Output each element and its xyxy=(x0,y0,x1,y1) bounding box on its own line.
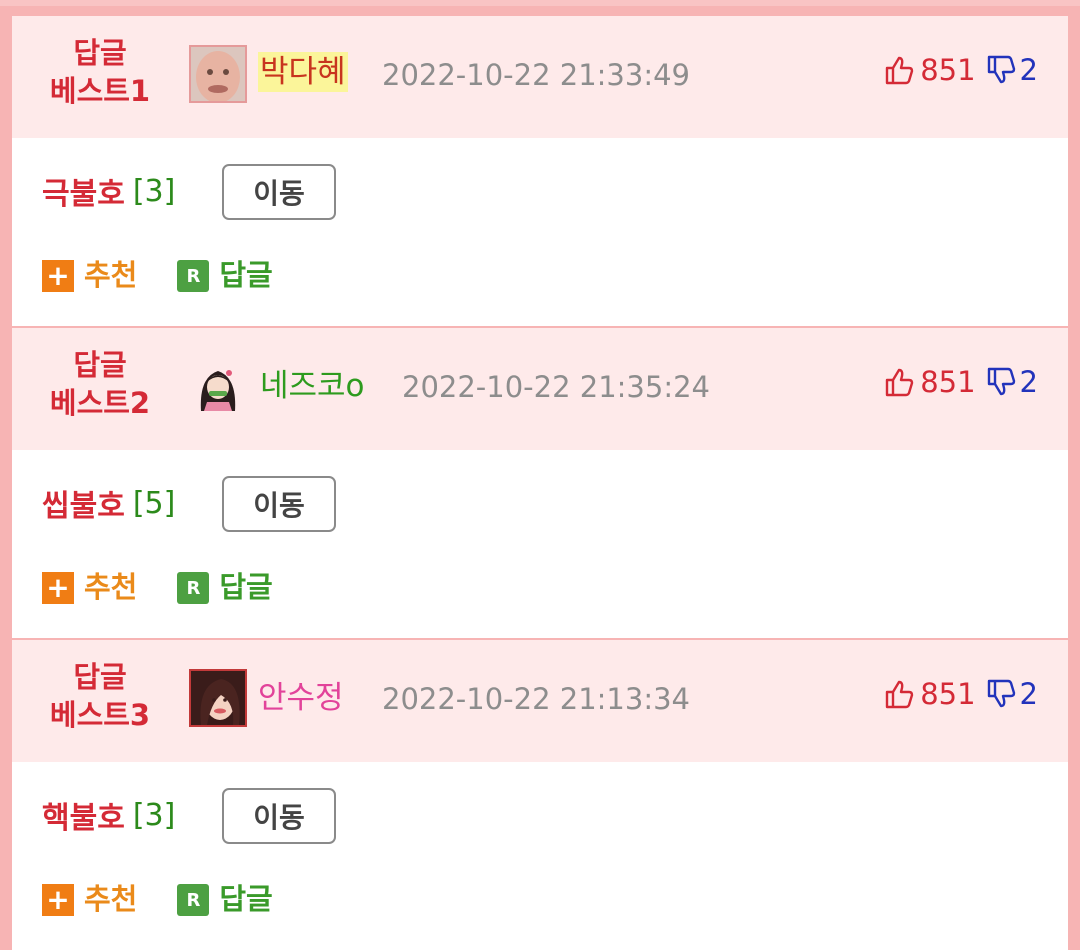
plus-icon: + xyxy=(42,884,74,916)
reply-title-row[interactable]: 씹불호 [5] xyxy=(42,481,176,525)
reply-body: 씹불호 [5] 이동 + 추천 R 답글 xyxy=(12,450,1068,638)
woman-photo-icon[interactable] xyxy=(189,669,247,727)
best-label-line1: 답글 xyxy=(73,36,127,70)
nickname[interactable]: 네즈코o xyxy=(260,366,365,406)
reply-r-icon: R xyxy=(177,260,210,292)
reply-header: 답글 베스트3 안수정 2022-10-22 21:13:34 851 2 xyxy=(12,640,1068,762)
upvote-count: 851 xyxy=(920,677,976,711)
reply-r-icon: R xyxy=(177,884,210,916)
recommend-button[interactable]: + 추천 xyxy=(42,252,137,294)
nickname[interactable]: 박다혜 xyxy=(258,52,348,92)
downvote-count: 2 xyxy=(1019,365,1038,399)
best-reply-card: 답글 베스트1 박다혜 2022-10-22 21:33:49 851 2 극불… xyxy=(12,16,1068,326)
move-button[interactable]: 이동 xyxy=(222,164,336,220)
vote-counts: 851 2 xyxy=(884,362,1038,402)
reply-button[interactable]: R 답글 xyxy=(177,876,273,918)
move-button[interactable]: 이동 xyxy=(222,788,336,844)
reply-count: [3] xyxy=(132,173,176,209)
reply-label: 답글 xyxy=(219,882,273,916)
recommend-label: 추천 xyxy=(84,570,138,604)
best-reply-card: 답글 베스트2 네즈코o 2022-10-22 21:35:24 851 2 씹… xyxy=(12,328,1068,638)
comment-date: 2022-10-22 21:35:24 xyxy=(402,370,710,404)
best-label-line1: 답글 xyxy=(73,660,127,694)
thumbs-down-icon[interactable] xyxy=(986,366,1016,398)
recommend-button[interactable]: + 추천 xyxy=(42,564,137,606)
thumbs-up-icon[interactable] xyxy=(884,366,914,398)
best-label-line1: 답글 xyxy=(73,348,127,382)
reply-body: 극불호 [3] 이동 + 추천 R 답글 xyxy=(12,138,1068,326)
best-reply-card: 답글 베스트3 안수정 2022-10-22 21:13:34 851 2 핵불… xyxy=(12,640,1068,950)
thumbs-down-icon[interactable] xyxy=(986,678,1016,710)
reply-button[interactable]: R 답글 xyxy=(177,564,273,606)
reply-body: 핵불호 [3] 이동 + 추천 R 답글 xyxy=(12,762,1068,950)
comment-date: 2022-10-22 21:13:34 xyxy=(382,682,690,716)
reply-title[interactable]: 씹불호 xyxy=(42,481,125,525)
reply-count: [5] xyxy=(132,485,176,521)
reply-label: 답글 xyxy=(219,570,273,604)
reply-r-icon: R xyxy=(177,572,210,604)
best-badge: 답글 베스트1 xyxy=(38,34,162,110)
vote-counts: 851 2 xyxy=(884,674,1038,714)
face-avatar-icon[interactable] xyxy=(189,45,247,103)
thumbs-down-icon[interactable] xyxy=(986,54,1016,86)
downvote-count: 2 xyxy=(1019,53,1038,87)
plus-icon: + xyxy=(42,572,74,604)
best-label-line2: 베스트3 xyxy=(49,698,151,732)
reply-actions: + 추천 R 답글 xyxy=(42,877,273,917)
upvote-count: 851 xyxy=(920,365,976,399)
thumbs-up-icon[interactable] xyxy=(884,54,914,86)
best-badge: 답글 베스트3 xyxy=(38,658,162,734)
best-badge: 답글 베스트2 xyxy=(38,346,162,422)
upvote-count: 851 xyxy=(920,53,976,87)
thumbs-up-icon[interactable] xyxy=(884,678,914,710)
reply-header: 답글 베스트2 네즈코o 2022-10-22 21:35:24 851 2 xyxy=(12,328,1068,450)
reply-title-row[interactable]: 핵불호 [3] xyxy=(42,793,176,837)
reply-label: 답글 xyxy=(219,258,273,292)
reply-count: [3] xyxy=(132,797,176,833)
plus-icon: + xyxy=(42,260,74,292)
reply-header: 답글 베스트1 박다혜 2022-10-22 21:33:49 851 2 xyxy=(12,16,1068,138)
reply-button[interactable]: R 답글 xyxy=(177,252,273,294)
reply-actions: + 추천 R 답글 xyxy=(42,253,273,293)
comment-date: 2022-10-22 21:33:49 xyxy=(382,58,690,92)
best-label-line2: 베스트2 xyxy=(49,386,151,420)
vote-counts: 851 2 xyxy=(884,50,1038,90)
best-label-line2: 베스트1 xyxy=(49,74,151,108)
move-button[interactable]: 이동 xyxy=(222,476,336,532)
anime-girl-icon[interactable] xyxy=(189,357,247,415)
nickname[interactable]: 안수정 xyxy=(258,678,344,718)
recommend-label: 추천 xyxy=(84,258,138,292)
top-border xyxy=(0,0,1080,6)
recommend-label: 추천 xyxy=(84,882,138,916)
downvote-count: 2 xyxy=(1019,677,1038,711)
recommend-button[interactable]: + 추천 xyxy=(42,876,137,918)
reply-title-row[interactable]: 극불호 [3] xyxy=(42,169,176,213)
reply-actions: + 추천 R 답글 xyxy=(42,565,273,605)
reply-title[interactable]: 극불호 xyxy=(42,169,125,213)
reply-title[interactable]: 핵불호 xyxy=(42,793,125,837)
